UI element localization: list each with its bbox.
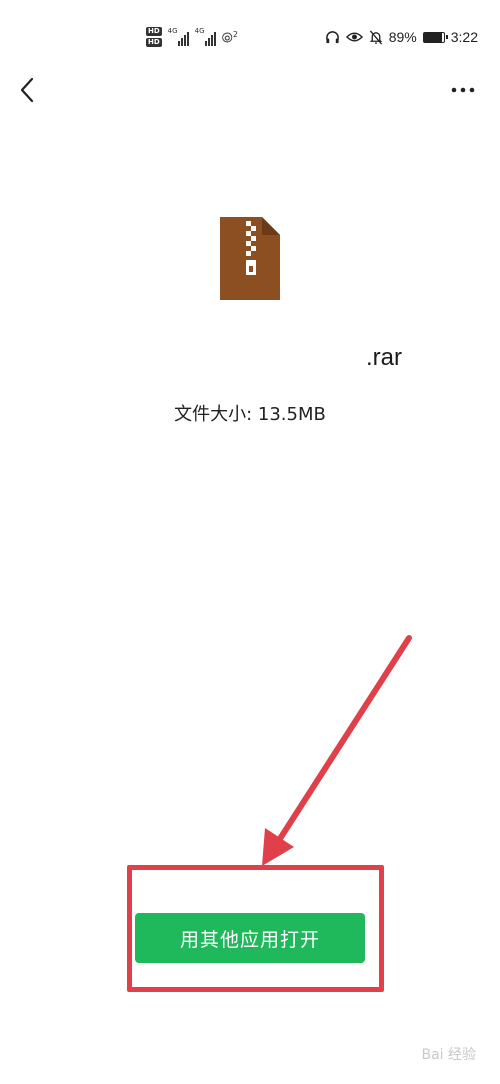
file-size-value: 13.5MB bbox=[257, 404, 326, 425]
network-type-2: 4G bbox=[194, 27, 205, 35]
more-dots-icon bbox=[451, 87, 475, 93]
signal-icon-2: 4G bbox=[194, 27, 216, 46]
status-bar-left: HD HD 4G 4G ⦾2 bbox=[146, 22, 238, 52]
clock: 3:22 bbox=[450, 29, 478, 45]
file-name: .rar bbox=[0, 340, 500, 380]
file-size: 文件大小: 13.5MB bbox=[0, 400, 500, 426]
hotspot-icon: ⦾2 bbox=[221, 30, 238, 47]
zip-archive-icon bbox=[220, 217, 280, 300]
battery-icon bbox=[422, 31, 448, 43]
hd-badge-2: HD bbox=[146, 38, 162, 47]
bell-muted-icon bbox=[369, 30, 382, 44]
battery-level bbox=[423, 32, 442, 42]
file-size-label: 文件大小: bbox=[174, 404, 258, 425]
more-options-button[interactable] bbox=[448, 78, 478, 102]
hd-badge-1: HD bbox=[146, 27, 162, 36]
open-with-other-app-button[interactable]: 用其他应用打开 bbox=[135, 913, 365, 963]
hd-badges: HD HD bbox=[146, 27, 162, 47]
signal-icon-1: 4G bbox=[167, 27, 189, 46]
status-bar: HD HD 4G 4G ⦾2 89% 3:22 bbox=[0, 0, 500, 70]
back-button[interactable] bbox=[12, 74, 42, 106]
network-type-1: 4G bbox=[167, 27, 178, 35]
hotspot-count: 2 bbox=[232, 30, 238, 40]
eye-icon bbox=[345, 32, 363, 42]
battery-percent: 89% bbox=[388, 29, 417, 45]
file-name-extension: .rar bbox=[366, 344, 402, 371]
watermark: Bai 经验 bbox=[421, 1047, 476, 1063]
chevron-left-icon bbox=[20, 77, 34, 103]
headphones-icon bbox=[325, 30, 339, 43]
status-bar-right: 89% 3:22 bbox=[325, 24, 478, 50]
